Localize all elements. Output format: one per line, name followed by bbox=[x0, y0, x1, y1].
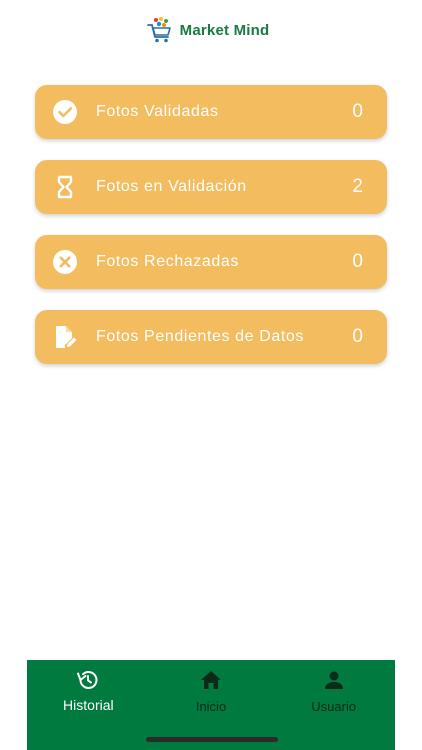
check-circle-icon bbox=[52, 99, 78, 125]
card-count: 2 bbox=[352, 176, 363, 197]
shopping-cart-logo-icon bbox=[146, 17, 171, 43]
card-label: Fotos en Validación bbox=[96, 178, 247, 195]
nav-item-usuario[interactable]: Usuario bbox=[272, 660, 395, 750]
card-count: 0 bbox=[352, 101, 363, 122]
nav-item-historial[interactable]: Historial bbox=[27, 660, 150, 750]
person-icon bbox=[322, 668, 346, 692]
card-fotos-en-validacion[interactable]: Fotos en Validación 2 bbox=[35, 160, 387, 214]
card-label: Fotos Validadas bbox=[96, 103, 219, 120]
app-header: Market Mind bbox=[0, 14, 422, 46]
card-label: Fotos Pendientes de Datos bbox=[96, 328, 305, 345]
card-fotos-pendientes-de-datos[interactable]: Fotos Pendientes de Datos 0 bbox=[35, 310, 387, 364]
nav-label: Inicio bbox=[195, 699, 227, 714]
hourglass-icon bbox=[52, 174, 78, 200]
history-icon bbox=[76, 668, 100, 692]
photo-status-list: Fotos Validadas 0 Fotos en Validación 2 … bbox=[35, 85, 387, 385]
document-edit-icon bbox=[52, 324, 78, 350]
card-count: 0 bbox=[352, 326, 363, 347]
card-count: 0 bbox=[352, 251, 363, 272]
card-fotos-rechazadas[interactable]: Fotos Rechazadas 0 bbox=[35, 235, 387, 289]
home-icon bbox=[199, 668, 223, 692]
nav-label: Historial bbox=[63, 697, 114, 713]
app-screen: Market Mind Fotos Validadas 0 Fotos en V… bbox=[0, 0, 422, 750]
card-fotos-validadas[interactable]: Fotos Validadas 0 bbox=[35, 85, 387, 139]
card-label: Fotos Rechazadas bbox=[96, 253, 240, 270]
nav-label: Usuario bbox=[311, 699, 357, 714]
app-title: Market Mind bbox=[179, 21, 270, 39]
home-indicator bbox=[146, 737, 278, 742]
cancel-circle-icon bbox=[52, 249, 78, 275]
